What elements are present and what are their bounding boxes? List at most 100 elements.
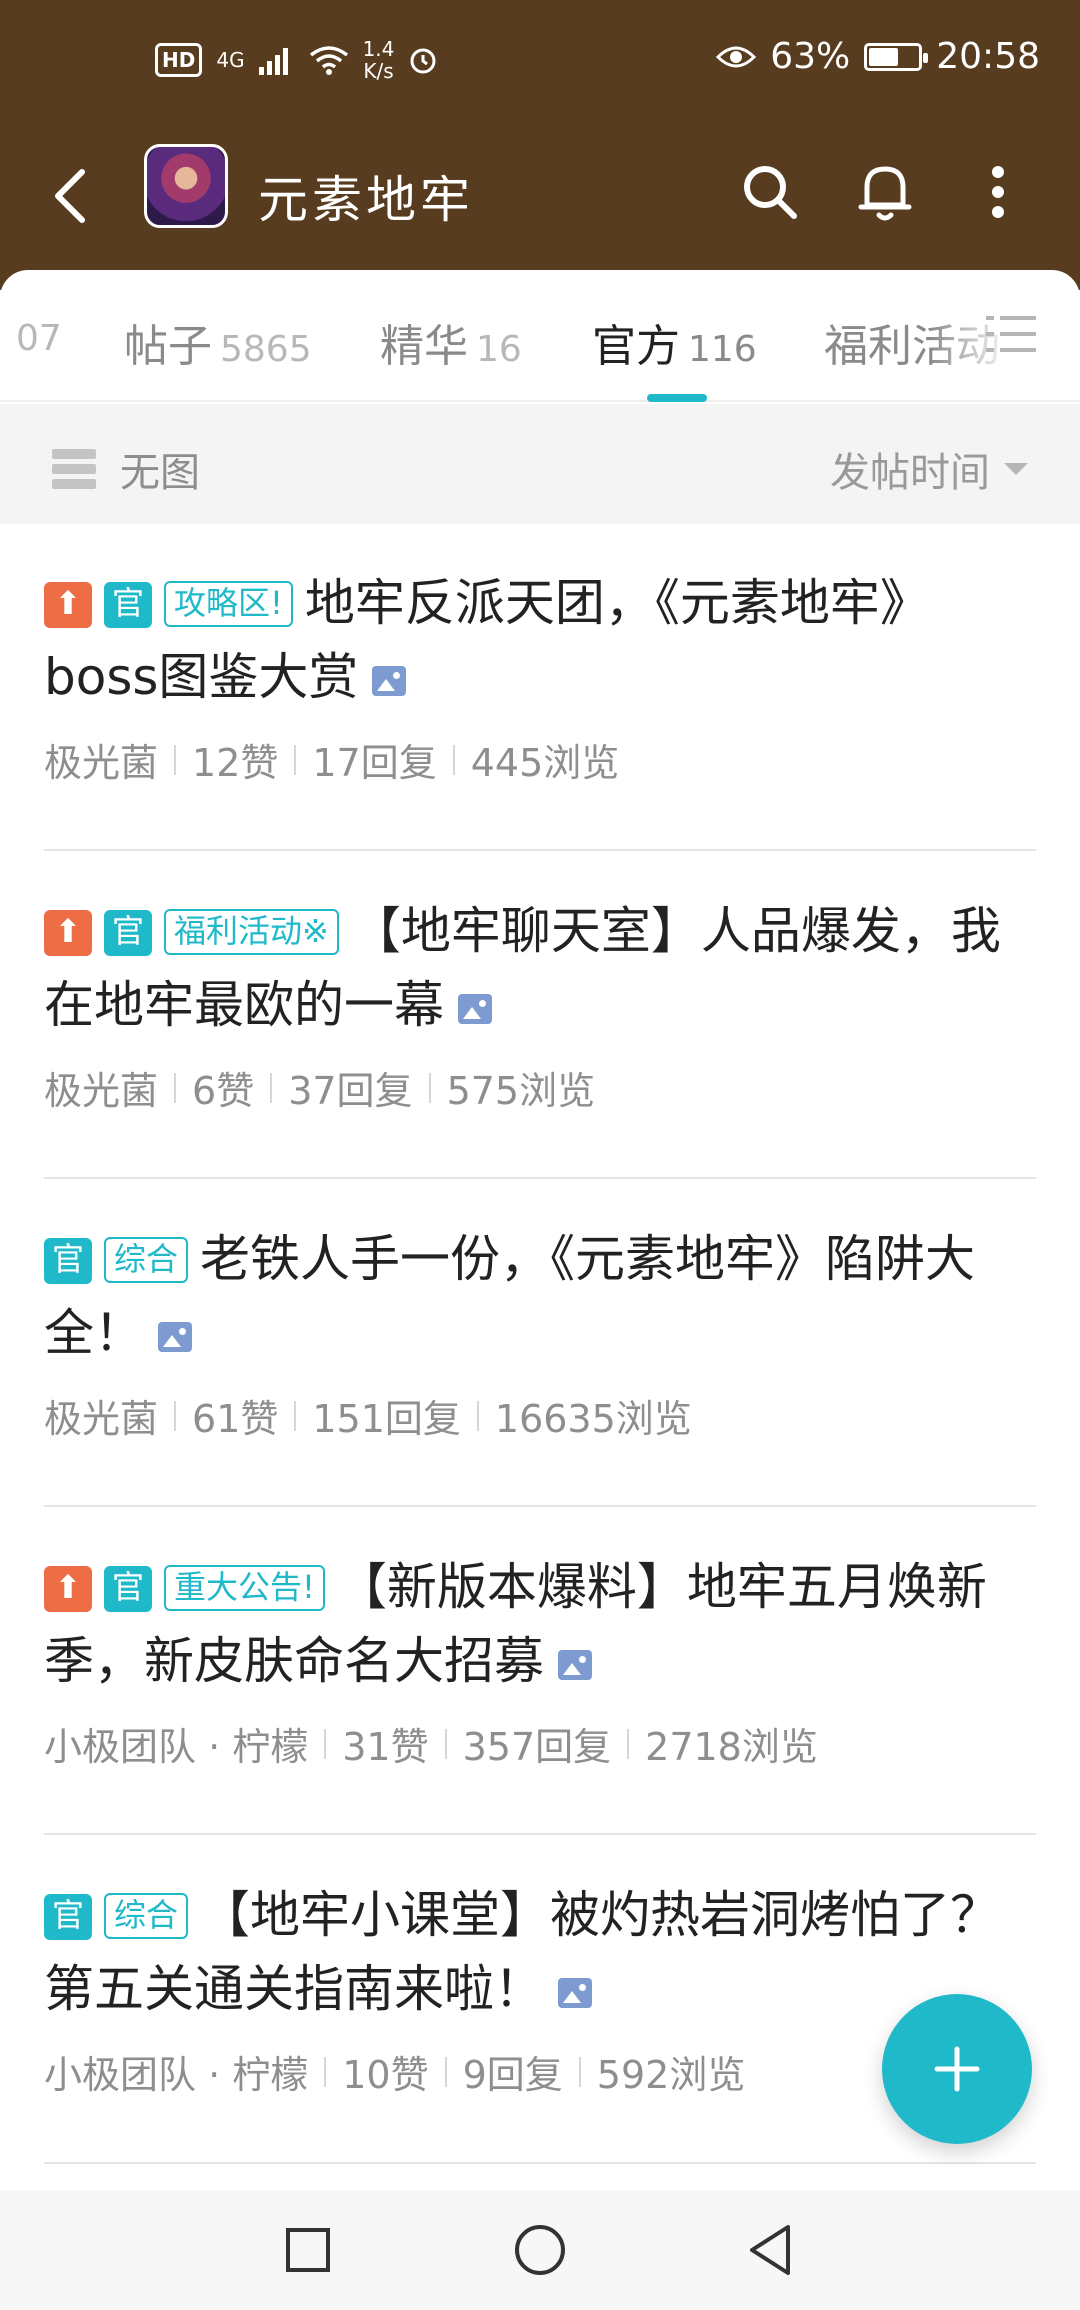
official-badge: 官	[44, 1238, 92, 1284]
page-title: 元素地牢	[258, 171, 474, 229]
post-item[interactable]: ⬆ 官攻略区! 地牢反派天团，《元素地牢》boss图鉴大赏 极光菌 12赞 17回复…	[44, 566, 1036, 787]
post-divider	[44, 1505, 1036, 1507]
back-arrow-icon	[55, 169, 85, 223]
divider	[444, 1728, 447, 1759]
divider	[324, 2056, 327, 2087]
divider	[174, 1400, 177, 1431]
post-views: 592浏览	[596, 2053, 746, 2097]
tab-official[interactable]: 官方 116	[592, 310, 757, 374]
search-button[interactable]	[730, 152, 810, 232]
tab-featured[interactable]: 精华 16	[380, 310, 522, 374]
post-title-row: ⬆ 官攻略区! 地牢反派天团，《元素地牢》boss图鉴大赏	[44, 566, 1036, 714]
image-icon	[372, 666, 407, 696]
system-nav-bar	[0, 2190, 1080, 2310]
speed-value: 1.4	[362, 37, 395, 61]
tab-posts[interactable]: 帖子 5865	[124, 310, 312, 374]
tab-label: 官方	[592, 321, 680, 372]
divider	[476, 1400, 479, 1431]
bell-icon	[858, 166, 912, 221]
back-button[interactable]	[40, 156, 100, 236]
post-meta: 极光菌 12赞 17回复 445浏览	[44, 732, 1036, 787]
list-icon	[52, 449, 96, 489]
tab-count: 116	[688, 329, 757, 370]
game-icon[interactable]	[144, 144, 228, 228]
clock: 20:58	[936, 36, 1040, 77]
divider	[578, 2056, 581, 2087]
divider	[294, 744, 297, 775]
search-icon	[744, 166, 797, 219]
post-views: 16635浏览	[494, 1397, 692, 1441]
post-likes: 61赞	[192, 1397, 279, 1441]
alarm-icon	[410, 48, 436, 74]
network-speed: 1.4 K/s	[363, 38, 395, 82]
sort-dropdown[interactable]: 发帖时间	[830, 440, 1028, 498]
pinned-icon: ⬆	[44, 582, 92, 628]
post-author: 极光菌	[44, 1069, 159, 1113]
pinned-icon: ⬆	[44, 1566, 92, 1612]
category-tag: 福利活动※	[164, 909, 339, 955]
tab-partial[interactable]: 07	[16, 310, 62, 361]
tab-count: 5865	[220, 329, 312, 370]
post-replies: 17回复	[312, 741, 437, 785]
post-likes: 31赞	[342, 1725, 429, 1769]
official-badge: 官	[44, 1894, 92, 1940]
more-button[interactable]	[958, 152, 1038, 232]
official-badge: 官	[104, 1566, 152, 1612]
network-label: 4G	[216, 48, 245, 72]
divider	[452, 744, 455, 775]
status-bar: HD 4G 1.4 K/s 63% 20:58	[0, 0, 1080, 126]
tab-count: 07	[16, 318, 62, 359]
plus-icon	[934, 2046, 980, 2092]
back-nav-button[interactable]	[740, 2220, 800, 2280]
official-badge: 官	[104, 582, 152, 628]
divider	[174, 744, 177, 775]
post-title-row: 官综合 【地牢小课堂】被灼热岩洞烤怕了？第五关通关指南来啦！	[44, 1878, 1036, 2026]
image-icon	[458, 994, 492, 1024]
divider	[270, 1072, 273, 1103]
post-title-row: ⬆ 官重大公告! 【新版本爆料】地牢五月焕新季，新皮肤命名大招募	[44, 1550, 1036, 1698]
new-post-button[interactable]	[882, 1994, 1032, 2144]
status-left: HD 4G 1.4 K/s	[155, 38, 438, 82]
square-icon	[286, 2228, 330, 2272]
post-item[interactable]: ⬆ 官重大公告! 【新版本爆料】地牢五月焕新季，新皮肤命名大招募 小极团队 · 柠檬…	[44, 1550, 1036, 1771]
tab-count: 16	[476, 329, 522, 370]
battery-icon	[864, 42, 929, 71]
post-likes: 12赞	[192, 741, 279, 785]
divider	[444, 2056, 447, 2087]
tab-label: 帖子	[124, 321, 212, 372]
no-image-toggle[interactable]: 无图	[52, 440, 200, 498]
post-author: 小极团队 · 柠檬	[44, 1725, 309, 1769]
notification-button[interactable]	[845, 152, 925, 232]
chevron-down-icon	[1004, 463, 1028, 475]
divider	[294, 1400, 297, 1431]
category-tag: 重大公告!	[164, 1565, 325, 1611]
sort-label: 发帖时间	[830, 450, 990, 496]
post-item[interactable]: ⬆ 官福利活动※ 【地牢聊天室】人品爆发，我在地牢最欧的一幕 极光菌 6赞 37回复…	[44, 894, 1036, 1115]
post-divider	[44, 849, 1036, 851]
eye-comfort-icon	[716, 46, 757, 67]
post-title-row: 官综合 老铁人手一份，《元素地牢》陷阱大全！	[44, 1222, 1036, 1370]
post-likes: 10赞	[342, 2053, 429, 2097]
post-views: 575浏览	[446, 1069, 596, 1113]
post-replies: 357回复	[462, 1725, 612, 1769]
divider	[627, 1728, 630, 1759]
image-icon	[158, 1322, 192, 1352]
post-meta: 小极团队 · 柠檬 31赞 357回复 2718浏览	[44, 1716, 1036, 1771]
post-divider	[44, 2162, 1036, 2164]
more-vertical-icon	[992, 166, 1004, 218]
battery-percent: 63%	[770, 36, 851, 77]
tab-list-icon[interactable]	[986, 312, 1036, 356]
home-button[interactable]	[510, 2220, 570, 2280]
post-divider	[44, 1833, 1036, 1835]
post-item[interactable]: 官综合 老铁人手一份，《元素地牢》陷阱大全！ 极光菌 61赞 151回复 1663…	[44, 1222, 1036, 1443]
tab-bar: 07 帖子 5865 精华 16 官方 116 福利活动	[0, 270, 1080, 402]
tab-label: 精华	[380, 321, 468, 372]
post-views: 2718浏览	[645, 1725, 818, 1769]
post-author: 小极团队 · 柠檬	[44, 2053, 309, 2097]
wifi-icon	[309, 46, 348, 75]
filter-bar: 无图 发帖时间	[0, 404, 1080, 524]
post-replies: 9回复	[462, 2053, 563, 2097]
recents-button[interactable]	[278, 2220, 338, 2280]
post-divider	[44, 1177, 1036, 1179]
signal-icon	[258, 48, 288, 75]
